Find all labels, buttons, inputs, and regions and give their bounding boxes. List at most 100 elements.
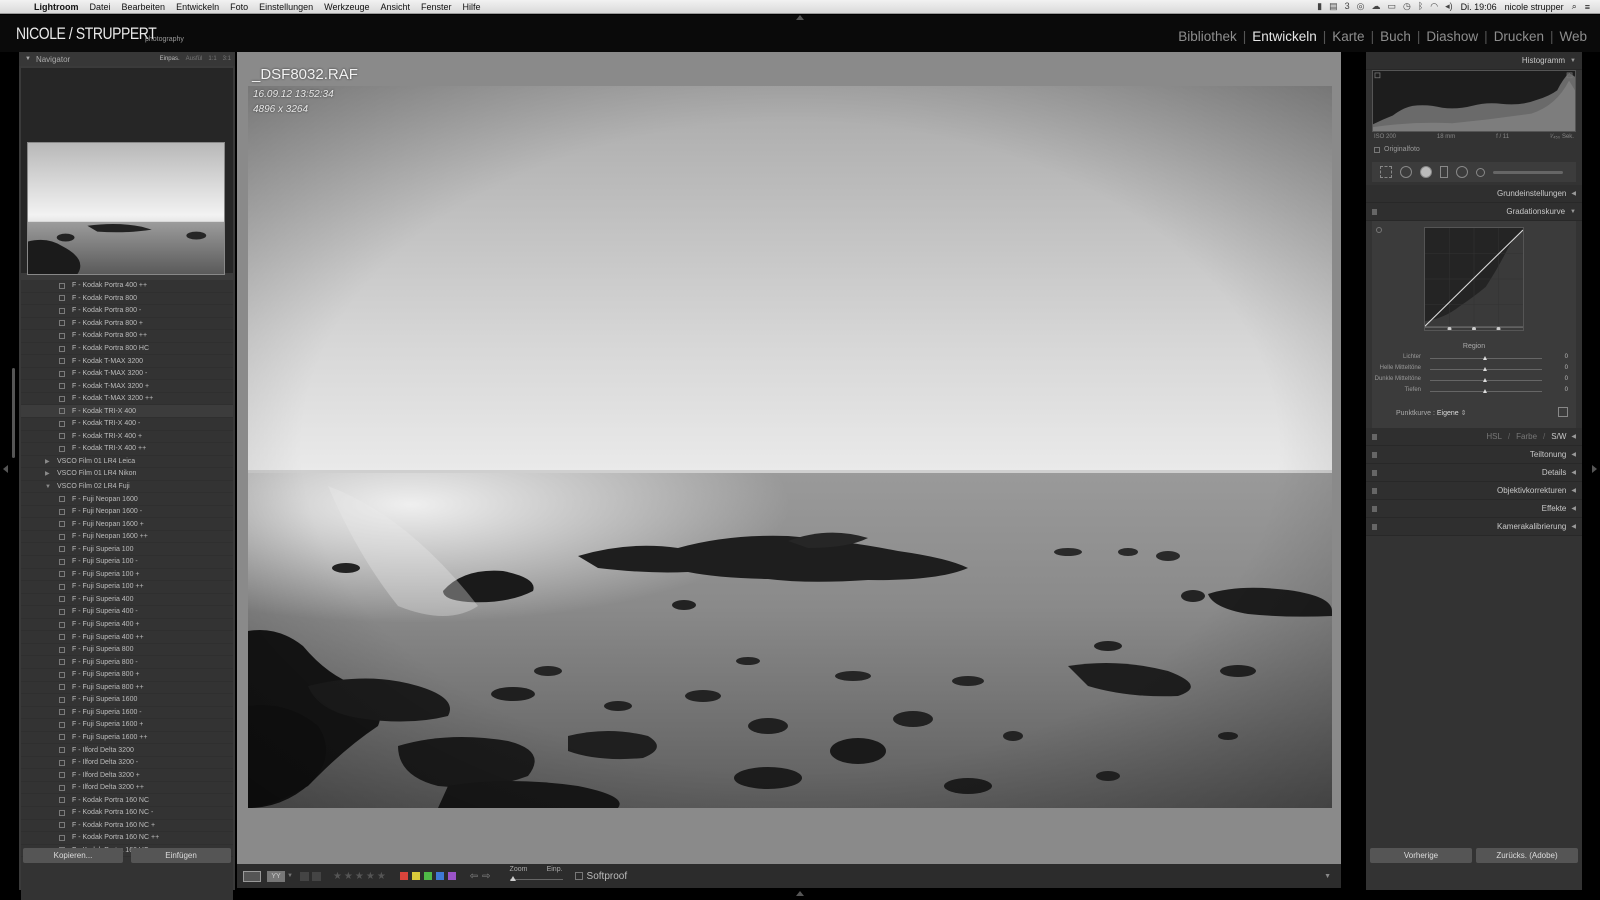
time-machine-icon[interactable]: ◷ bbox=[1403, 1, 1411, 12]
preset-item[interactable]: F - Kodak T-MAX 3200 + bbox=[21, 380, 233, 393]
module-bibliothek[interactable]: Bibliothek bbox=[1172, 29, 1243, 44]
color-label-green[interactable] bbox=[423, 872, 432, 880]
preset-item[interactable]: F - Ilford Delta 3200 bbox=[21, 744, 233, 757]
original-photo-toggle[interactable]: Originalfoto bbox=[1374, 146, 1420, 153]
preset-item[interactable]: F - Fuji Neopan 1600 ++ bbox=[21, 531, 233, 544]
preset-item[interactable]: F - Kodak Portra 800 HC bbox=[21, 343, 233, 356]
preset-item[interactable]: F - Ilford Delta 3200 ++ bbox=[21, 782, 233, 795]
panel-switch-icon[interactable] bbox=[1372, 524, 1377, 530]
preset-item[interactable]: F - Kodak TRI-X 400 - bbox=[21, 418, 233, 431]
preset-item[interactable]: F - Fuji Neopan 1600 bbox=[21, 493, 233, 506]
preset-item[interactable]: F - Fuji Neopan 1600 + bbox=[21, 518, 233, 531]
collapse-triangle-icon[interactable]: ▼ bbox=[25, 56, 31, 62]
adjustment-brush-icon[interactable] bbox=[1476, 167, 1485, 177]
expand-triangle-icon[interactable]: ◀ bbox=[1571, 190, 1576, 197]
preset-item[interactable]: F - Kodak Portra 800 - bbox=[21, 305, 233, 318]
navigator-header[interactable]: ▼ Navigator Einpas. Ausfül 1:1 3:1 bbox=[19, 52, 235, 66]
expand-triangle-icon[interactable]: ◀ bbox=[1571, 433, 1576, 440]
spot-removal-icon[interactable] bbox=[1400, 166, 1412, 178]
folder-closed-triangle-icon[interactable]: ▶ bbox=[45, 470, 54, 477]
highlights-slider[interactable]: Lichter 0 bbox=[1372, 353, 1576, 363]
zoom-3to1-option[interactable]: 3:1 bbox=[223, 56, 231, 62]
preset-item[interactable]: F - Ilford Delta 3200 + bbox=[21, 769, 233, 782]
shadows-slider[interactable]: Tiefen 0 bbox=[1372, 386, 1576, 396]
menu-bearbeiten[interactable]: Bearbeiten bbox=[122, 2, 166, 12]
color-tab[interactable]: Farbe bbox=[1516, 432, 1537, 441]
preset-item[interactable]: F - Fuji Superia 400 + bbox=[21, 619, 233, 632]
before-after-dropdown-icon[interactable]: ▼ bbox=[287, 873, 293, 879]
preset-item[interactable]: F - Fuji Superia 1600 - bbox=[21, 707, 233, 720]
softproof-checkbox[interactable] bbox=[574, 872, 583, 880]
dropdown-caret-icon[interactable]: ⇕ bbox=[1461, 410, 1467, 417]
module-buch[interactable]: Buch bbox=[1374, 29, 1417, 44]
basic-panel-header[interactable]: Grundeinstellungen ◀ bbox=[1366, 185, 1582, 203]
display-icon[interactable]: ▭ bbox=[1387, 1, 1396, 12]
preset-item[interactable]: F - Kodak Portra 160 NC bbox=[21, 794, 233, 807]
preset-item[interactable]: F - Fuji Superia 1600 bbox=[21, 694, 233, 707]
preset-folder[interactable]: ▶ VSCO Film 01 LR4 Nikon bbox=[21, 468, 233, 481]
panel-switch-icon[interactable] bbox=[1372, 470, 1377, 476]
color-label-yellow[interactable] bbox=[411, 872, 420, 880]
slider-knob[interactable] bbox=[1483, 356, 1487, 360]
brush-size-slider[interactable] bbox=[1493, 170, 1563, 174]
menu-fenster[interactable]: Fenster bbox=[421, 2, 452, 12]
toolbar-content-menu-icon[interactable]: ▼ bbox=[1324, 873, 1331, 880]
main-photo[interactable] bbox=[248, 86, 1332, 808]
expand-triangle-icon[interactable]: ◀ bbox=[1571, 523, 1576, 530]
preset-item[interactable]: F - Fuji Superia 100 + bbox=[21, 569, 233, 582]
preset-item[interactable]: F - Fuji Superia 1600 ++ bbox=[21, 732, 233, 745]
collapse-left-panel-arrow-icon[interactable] bbox=[3, 465, 8, 473]
slider-knob[interactable] bbox=[1483, 378, 1487, 382]
preset-item[interactable]: F - Fuji Superia 400 ++ bbox=[21, 631, 233, 644]
menubar-clock[interactable]: Di. 19:06 bbox=[1461, 2, 1497, 12]
graduated-filter-icon[interactable] bbox=[1440, 166, 1448, 178]
module-entwickeln[interactable]: Entwickeln bbox=[1246, 29, 1323, 44]
notification-center-icon[interactable]: ≡ bbox=[1585, 2, 1590, 12]
drive-icon[interactable]: ▤ bbox=[1329, 1, 1338, 12]
color-label-red[interactable] bbox=[399, 872, 408, 880]
module-web[interactable]: Web bbox=[1553, 29, 1593, 44]
zoom-knob[interactable] bbox=[509, 876, 516, 881]
preset-item[interactable]: F - Kodak Portra 160 NC ++ bbox=[21, 832, 233, 845]
preset-item[interactable]: F - Fuji Superia 100 bbox=[21, 543, 233, 557]
color-label-blue[interactable] bbox=[435, 872, 444, 880]
preset-item[interactable]: F - Fuji Superia 400 - bbox=[21, 606, 233, 619]
prev-next-arrows-icon[interactable]: ⇦⇨ bbox=[470, 871, 495, 882]
slider-value[interactable]: 0 bbox=[1565, 354, 1568, 360]
panel-switch-icon[interactable] bbox=[1372, 506, 1377, 512]
pick-flag-icon[interactable] bbox=[299, 871, 309, 881]
crop-tool-icon[interactable] bbox=[1380, 166, 1392, 178]
zoom-fit-option[interactable]: Einpas. bbox=[160, 56, 180, 62]
menu-foto[interactable]: Foto bbox=[230, 2, 248, 12]
target-adjust-icon[interactable] bbox=[1376, 227, 1382, 233]
preset-item[interactable]: F - Ilford Delta 3200 - bbox=[21, 757, 233, 770]
cloud-icon[interactable]: ☁ bbox=[1371, 1, 1380, 12]
module-karte[interactable]: Karte bbox=[1326, 29, 1370, 44]
preset-item[interactable]: F - Kodak Portra 160 NC + bbox=[21, 820, 233, 833]
preset-item[interactable]: F - Kodak TRI-X 400 ++ bbox=[21, 443, 233, 456]
menu-entwickeln[interactable]: Entwickeln bbox=[176, 2, 219, 12]
slider-knob[interactable] bbox=[1483, 367, 1487, 371]
folder-closed-triangle-icon[interactable]: ▶ bbox=[45, 458, 54, 465]
expand-triangle-icon[interactable]: ◀ bbox=[1571, 487, 1576, 494]
sync-icon[interactable]: ◎ bbox=[1357, 1, 1365, 12]
navigator-thumbnail[interactable] bbox=[27, 142, 225, 275]
slider-value[interactable]: 0 bbox=[1565, 387, 1568, 393]
collapse-triangle-icon[interactable]: ▼ bbox=[1570, 58, 1576, 64]
collapse-filmstrip-arrow-icon[interactable] bbox=[796, 891, 804, 896]
zoom-fill-option[interactable]: Ausfül bbox=[186, 56, 203, 62]
edit-point-curve-icon[interactable] bbox=[1558, 407, 1568, 417]
preset-item[interactable]: F - Fuji Superia 800 bbox=[21, 644, 233, 657]
slider-knob[interactable] bbox=[1483, 389, 1487, 393]
panel-switch-icon[interactable] bbox=[1372, 488, 1377, 494]
before-after-button[interactable]: YY bbox=[267, 870, 285, 882]
folder-open-triangle-icon[interactable]: ▼ bbox=[45, 484, 54, 490]
preset-item[interactable]: F - Kodak T-MAX 3200 ++ bbox=[21, 393, 233, 406]
panel-switch-icon[interactable] bbox=[1372, 434, 1377, 440]
reject-flag-icon[interactable] bbox=[311, 871, 321, 881]
menu-ansicht[interactable]: Ansicht bbox=[381, 2, 411, 12]
panel-switch-icon[interactable] bbox=[1372, 452, 1377, 458]
lights-slider[interactable]: Helle Mitteltöne 0 bbox=[1372, 364, 1576, 374]
menu-werkzeuge[interactable]: Werkzeuge bbox=[324, 2, 369, 12]
slider-value[interactable]: 0 bbox=[1565, 365, 1568, 371]
